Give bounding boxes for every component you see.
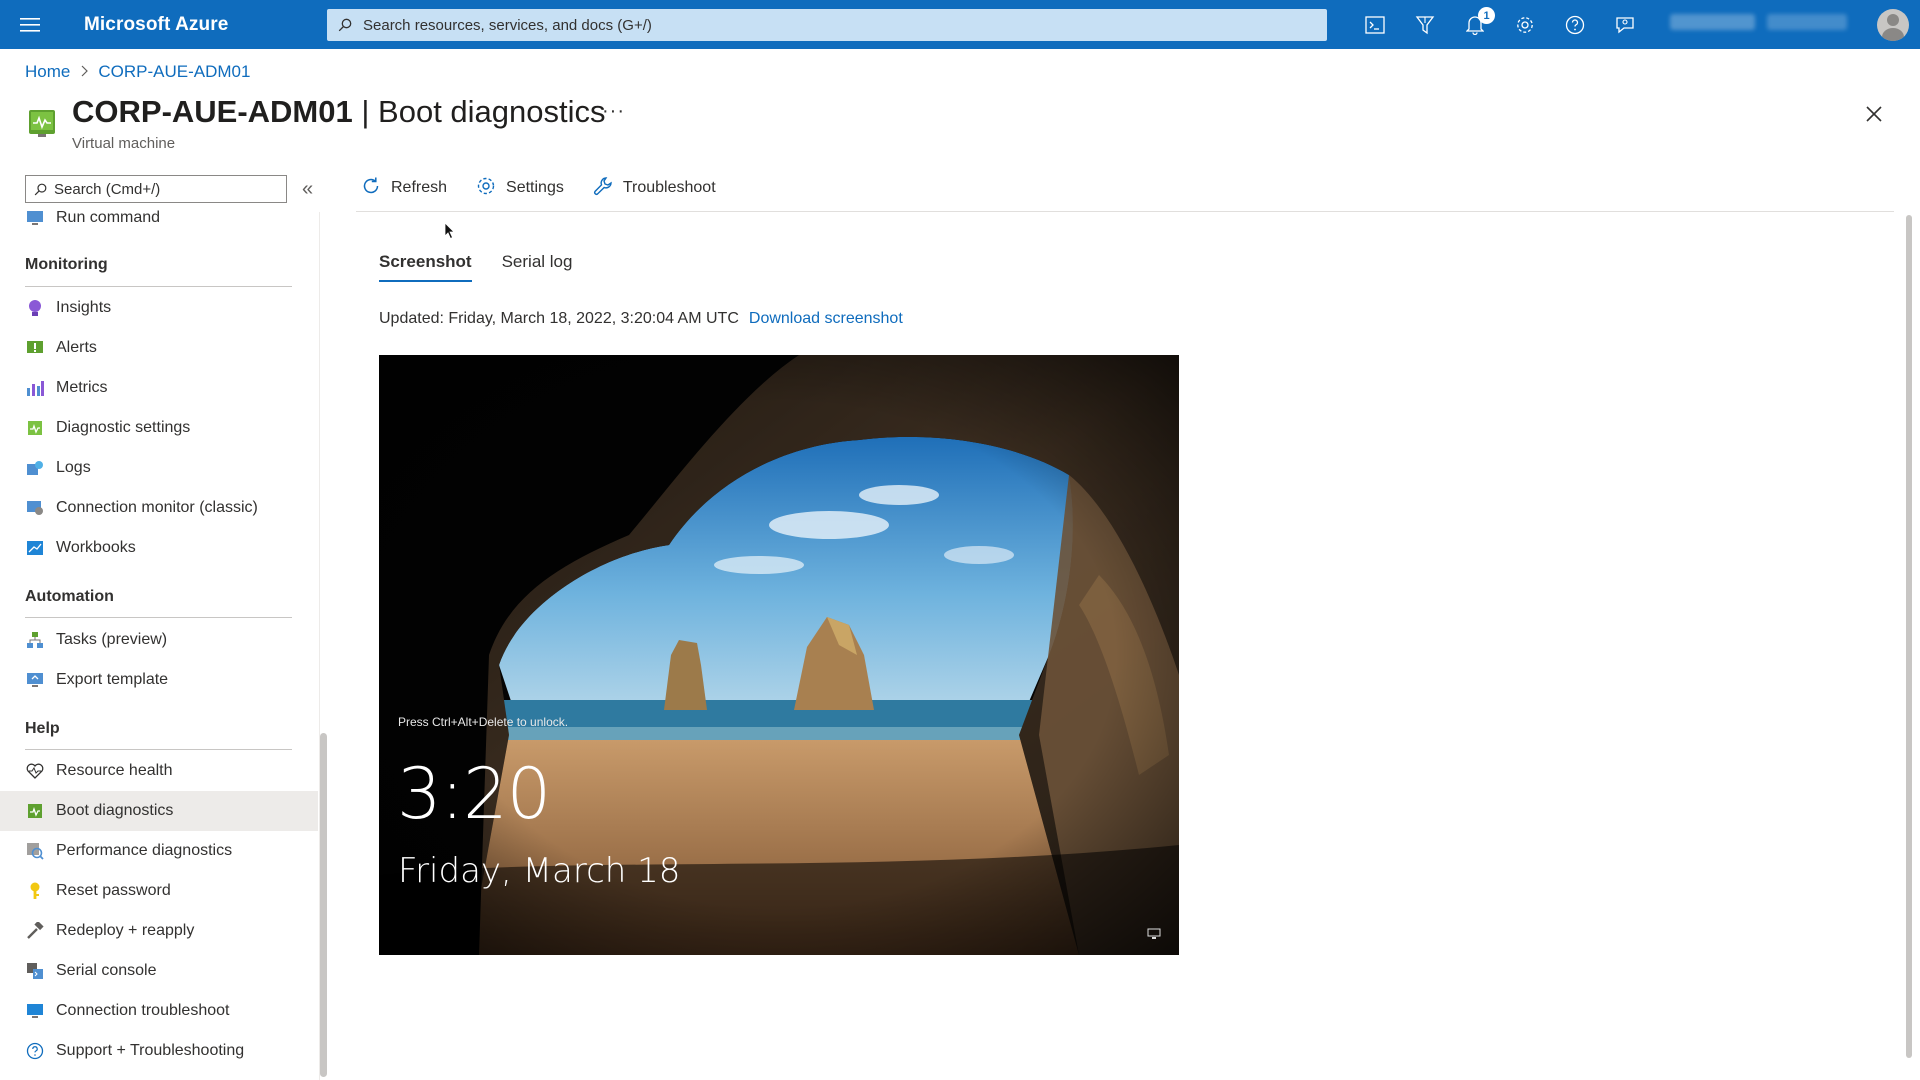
connection-monitor-icon bbox=[25, 498, 45, 518]
metrics-icon bbox=[25, 378, 45, 398]
directory-filter-icon[interactable] bbox=[1400, 0, 1450, 49]
title-separator: | bbox=[352, 94, 379, 129]
run-command-icon bbox=[25, 210, 45, 228]
section-divider bbox=[25, 749, 292, 750]
sidebar-item-redeploy[interactable]: Redeploy + reapply bbox=[0, 911, 318, 951]
page-title: CORP-AUE-ADM01 | Boot diagnostics bbox=[72, 94, 606, 130]
sidebar-scrollbar-thumb[interactable] bbox=[320, 733, 327, 1077]
sidebar-item-tasks[interactable]: Tasks (preview) bbox=[0, 620, 318, 660]
account-name-redacted bbox=[1670, 14, 1755, 30]
collapse-menu-icon[interactable]: « bbox=[302, 178, 313, 201]
refresh-icon bbox=[360, 175, 382, 202]
settings-button[interactable]: Settings bbox=[471, 172, 568, 204]
lightbulb-icon bbox=[25, 298, 45, 318]
help-icon[interactable] bbox=[1550, 0, 1600, 49]
diagnostic-settings-icon bbox=[25, 418, 45, 438]
search-icon bbox=[327, 18, 363, 32]
unlock-hint: Press Ctrl+Alt+Delete to unlock. bbox=[398, 715, 569, 729]
sidebar-item-alerts[interactable]: Alerts bbox=[0, 328, 318, 368]
tab-bar: Screenshot Serial log bbox=[379, 252, 572, 282]
hamburger-icon bbox=[20, 17, 40, 32]
breadcrumb-resource-link[interactable]: CORP-AUE-ADM01 bbox=[98, 62, 250, 82]
serial-console-icon bbox=[25, 961, 45, 981]
alert-icon bbox=[25, 338, 45, 358]
hamburger-menu-button[interactable] bbox=[0, 0, 60, 49]
account-directory-redacted bbox=[1767, 14, 1847, 30]
page-subtitle: Virtual machine bbox=[72, 135, 176, 152]
command-bar: Refresh Settings Troubleshoot bbox=[356, 172, 740, 204]
menu-search-placeholder: Search (Cmd+/) bbox=[54, 180, 161, 198]
sidebar-item-logs[interactable]: Logs bbox=[0, 448, 318, 488]
performance-diagnostics-icon bbox=[25, 841, 45, 861]
sidebar-item-performance-diagnostics[interactable]: Performance diagnostics bbox=[0, 831, 318, 871]
updated-timestamp: Updated: Friday, March 18, 2022, 3:20:04… bbox=[379, 310, 739, 327]
lock-screen-time: 3:20 bbox=[397, 753, 551, 835]
sidebar-item-connection-monitor[interactable]: Connection monitor (classic) bbox=[0, 488, 318, 528]
notification-badge: 1 bbox=[1478, 7, 1495, 24]
section-automation: Automation bbox=[25, 588, 114, 605]
export-template-icon bbox=[25, 670, 45, 690]
sidebar-item-support[interactable]: Support + Troubleshooting bbox=[0, 1031, 318, 1071]
download-screenshot-link[interactable]: Download screenshot bbox=[749, 310, 903, 327]
wrench-icon bbox=[592, 175, 614, 202]
cloud-shell-icon[interactable] bbox=[1350, 0, 1400, 49]
network-icon bbox=[1147, 928, 1161, 940]
lock-screen-date: Friday, March 18 bbox=[398, 851, 681, 891]
boot-diagnostics-icon bbox=[25, 801, 45, 821]
vm-screenshot: Press Ctrl+Alt+Delete to unlock. 3:20 Fr… bbox=[379, 355, 1179, 955]
gear-icon bbox=[475, 175, 497, 202]
global-search-input[interactable]: Search resources, services, and docs (G+… bbox=[327, 9, 1327, 41]
updated-line: Updated: Friday, March 18, 2022, 3:20:04… bbox=[379, 310, 903, 328]
bell-icon[interactable]: 1 bbox=[1450, 0, 1500, 49]
section-monitoring: Monitoring bbox=[25, 256, 108, 273]
global-search-placeholder: Search resources, services, and docs (G+… bbox=[363, 16, 652, 34]
sidebar-item-reset-password[interactable]: Reset password bbox=[0, 871, 318, 911]
section-help: Help bbox=[25, 720, 60, 737]
page-name: Boot diagnostics bbox=[378, 94, 606, 129]
sidebar-item-run-command[interactable]: Run command bbox=[0, 210, 318, 234]
resource-name: CORP-AUE-ADM01 bbox=[72, 94, 353, 129]
command-bar-divider bbox=[356, 211, 1894, 212]
mouse-cursor-icon bbox=[444, 222, 456, 240]
gear-icon[interactable] bbox=[1500, 0, 1550, 49]
breadcrumb-home-link[interactable]: Home bbox=[25, 62, 70, 82]
support-icon bbox=[25, 1041, 45, 1061]
section-divider bbox=[25, 617, 292, 618]
sidebar-item-resource-health[interactable]: Resource health bbox=[0, 751, 318, 791]
troubleshoot-button[interactable]: Troubleshoot bbox=[588, 172, 720, 204]
tab-screenshot[interactable]: Screenshot bbox=[379, 252, 472, 282]
logs-icon bbox=[25, 458, 45, 478]
tab-serial-log[interactable]: Serial log bbox=[502, 252, 573, 282]
menu-search-input[interactable]: Search (Cmd+/) bbox=[25, 175, 287, 203]
top-bar: Microsoft Azure Search resources, servic… bbox=[0, 0, 1920, 49]
more-options-button[interactable]: ··· bbox=[602, 100, 625, 123]
search-icon bbox=[26, 183, 54, 196]
tasks-icon bbox=[25, 630, 45, 650]
sidebar-item-metrics[interactable]: Metrics bbox=[0, 368, 318, 408]
avatar[interactable] bbox=[1877, 9, 1909, 41]
heart-icon bbox=[25, 761, 45, 781]
connection-troubleshoot-icon bbox=[25, 1001, 45, 1021]
section-divider bbox=[25, 286, 292, 287]
main-scrollbar-thumb[interactable] bbox=[1906, 215, 1912, 1058]
feedback-icon[interactable] bbox=[1600, 0, 1650, 49]
sidebar-item-workbooks[interactable]: Workbooks bbox=[0, 528, 318, 568]
sidebar-item-serial-console[interactable]: Serial console bbox=[0, 951, 318, 991]
chevron-right-icon bbox=[80, 64, 89, 80]
sidebar-item-connection-troubleshoot[interactable]: Connection troubleshoot bbox=[0, 991, 318, 1031]
resource-menu: Run command Monitoring Insights Alerts M… bbox=[0, 210, 318, 1080]
sidebar-item-diagnostic-settings[interactable]: Diagnostic settings bbox=[0, 408, 318, 448]
hammer-icon bbox=[25, 921, 45, 941]
workbooks-icon bbox=[25, 538, 45, 558]
refresh-button[interactable]: Refresh bbox=[356, 172, 451, 204]
virtual-machine-icon bbox=[26, 107, 58, 139]
close-icon[interactable] bbox=[1862, 102, 1886, 126]
breadcrumb: Home CORP-AUE-ADM01 bbox=[25, 62, 250, 82]
account-info[interactable] bbox=[1670, 14, 1870, 34]
sidebar-item-export-template[interactable]: Export template bbox=[0, 660, 318, 700]
sidebar-item-boot-diagnostics[interactable]: Boot diagnostics bbox=[0, 791, 318, 831]
key-icon bbox=[25, 881, 45, 901]
sidebar-item-insights[interactable]: Insights bbox=[0, 288, 318, 328]
brand-title[interactable]: Microsoft Azure bbox=[84, 14, 324, 36]
